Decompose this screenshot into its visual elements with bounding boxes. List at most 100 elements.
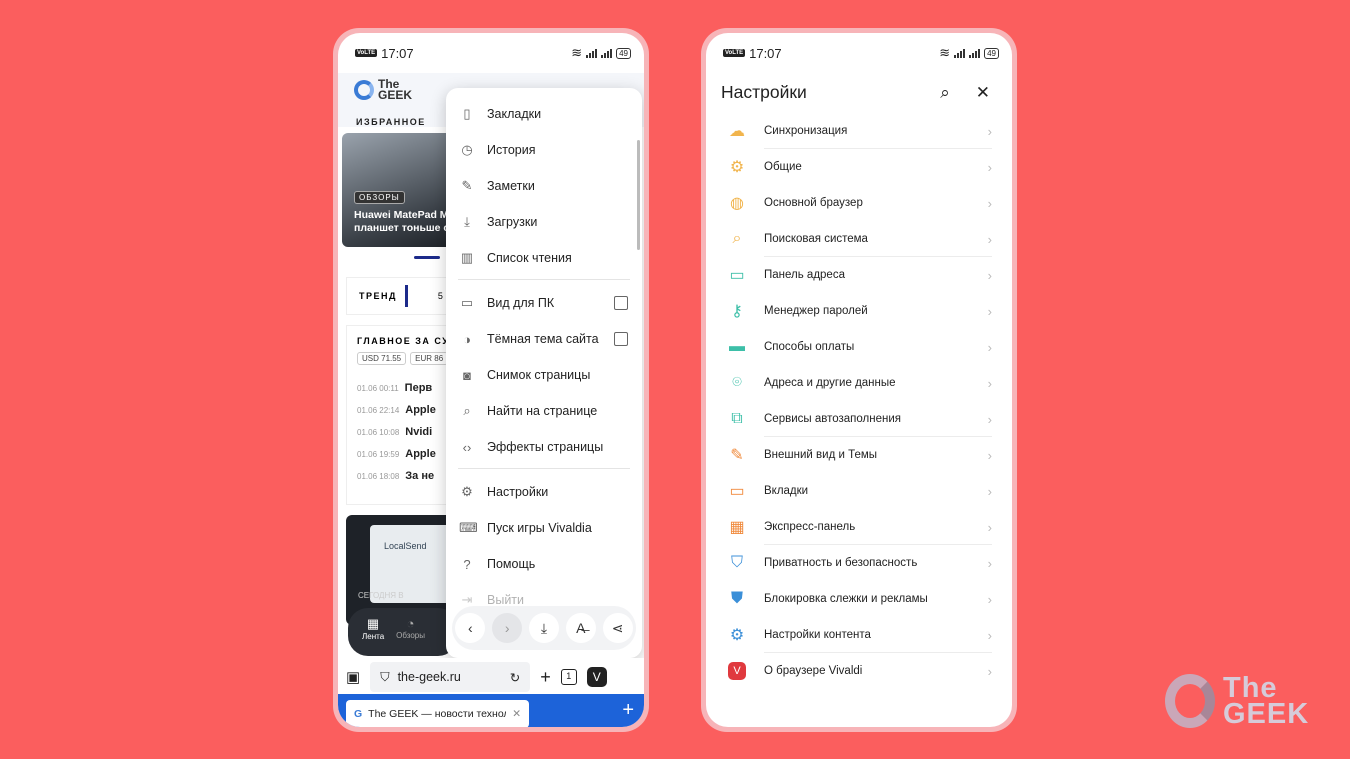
tabs-count-button[interactable]: 1 xyxy=(560,669,577,685)
menu-action-bar: ‹ › ⤓ A̶ ⋖ xyxy=(452,606,636,650)
chevron-right-icon: › xyxy=(987,375,992,391)
nav-feed[interactable]: ▦ Лента xyxy=(362,616,384,648)
camera-icon: ◙ xyxy=(463,367,471,383)
settings-item-tabs[interactable]: ▭ Вкладки › xyxy=(726,473,992,509)
url-text[interactable]: the-geek.ru xyxy=(398,670,502,684)
settings-item-default-browser[interactable]: ◍ Основной браузер › xyxy=(726,185,992,221)
add-tab-icon[interactable]: + xyxy=(622,699,634,722)
site-logo[interactable]: The GEEK xyxy=(354,78,413,102)
card-icon: ▬ xyxy=(729,338,745,355)
menu-item-help[interactable]: ? Помощь xyxy=(446,546,642,582)
reload-icon[interactable]: ↻ xyxy=(510,670,520,685)
content-settings-icon: ⚙ xyxy=(729,627,745,644)
close-icon[interactable]: ✕ xyxy=(976,83,990,103)
chevron-right-icon: › xyxy=(987,555,992,571)
chevron-right-icon: › xyxy=(987,303,992,319)
trend-divider xyxy=(404,285,408,307)
search-icon[interactable]: ⌕ xyxy=(940,83,950,103)
wifi-icon: ≋ xyxy=(939,45,951,60)
settings-item-content-settings[interactable]: ⚙ Настройки контента › xyxy=(726,617,992,653)
translate-icon: A̶ xyxy=(576,620,586,636)
new-tab-icon[interactable]: + xyxy=(540,667,551,688)
phone-browser-menu: VoLTE 17:07 ≋ 49 TheGEEK ⌕ ≡ ИЗБРАННОЕ О… xyxy=(333,28,649,732)
settings-item-tracker-blocking[interactable]: ⛊ Блокировка слежки и рекламы › xyxy=(726,581,992,617)
menu-item-history[interactable]: ◷ История xyxy=(446,132,642,168)
news-item[interactable]: 01.06 18:08 За не xyxy=(357,470,434,482)
chevron-right-icon: › xyxy=(987,591,992,607)
article-tag[interactable]: ОБЗОРЫ xyxy=(354,191,405,204)
compass-icon: ◔ xyxy=(406,616,415,631)
settings-item-addresses[interactable]: ⌾ Адреса и другие данные › xyxy=(726,365,992,401)
browser-menu: ▯ Закладки ◷ История ✎ Заметки ⤓ Загрузки ▥ С… xyxy=(446,88,642,658)
logo-text-line2: GEEK xyxy=(378,88,413,102)
settings-item-sync[interactable]: ☁ Синхронизация › xyxy=(726,113,992,149)
menu-divider xyxy=(458,279,630,280)
panel-toggle-icon[interactable]: ▣ xyxy=(346,668,360,686)
dark-theme-checkbox[interactable] xyxy=(614,332,628,346)
menu-item-find-in-page[interactable]: ⌕ Найти на странице xyxy=(446,393,642,429)
active-tab[interactable]: G The GEEK — новости технол ✕ xyxy=(346,700,529,727)
settings-item-address-bar[interactable]: ▭ Панель адреса › xyxy=(726,257,992,293)
close-icon[interactable]: ✕ xyxy=(512,708,521,720)
forward-button[interactable]: › xyxy=(492,613,523,643)
signal-icon xyxy=(954,48,966,58)
chevron-right-icon: › xyxy=(504,620,510,636)
geek-logo-icon xyxy=(354,80,374,100)
shield-icon[interactable]: ⛉ xyxy=(380,670,389,685)
vivaldi-menu-icon[interactable]: V xyxy=(586,667,607,687)
save-page-button[interactable]: ⤓ xyxy=(528,613,559,643)
settings-item-search-engine[interactable]: ⌕ Поисковая система › xyxy=(726,221,992,257)
desktop-view-checkbox[interactable] xyxy=(614,296,628,310)
contrast-icon: ◑ xyxy=(463,331,471,347)
menu-item-vivaldia-game[interactable]: ⌨ Пуск игры Vivaldia xyxy=(446,510,642,546)
menu-item-screenshot[interactable]: ◙ Снимок страницы xyxy=(446,357,642,393)
battery-icon: 49 xyxy=(984,47,999,59)
cloud-icon: ☁ xyxy=(729,123,745,140)
tab-favicon: G xyxy=(354,708,363,720)
settings-item-about[interactable]: VО браузере Vivaldi › xyxy=(726,653,992,689)
menu-item-notes[interactable]: ✎ Заметки xyxy=(446,168,642,204)
settings-item-password-manager[interactable]: ⚷ Менеджер паролей › xyxy=(726,293,992,329)
menu-item-downloads[interactable]: ⤓ Загрузки xyxy=(446,204,642,240)
translate-button[interactable]: A̶ xyxy=(565,613,596,643)
menu-item-desktop-view[interactable]: ▭ Вид для ПК xyxy=(446,285,642,321)
signal-icon xyxy=(586,48,598,58)
address-field[interactable]: ⛉ the-geek.ru ↻ xyxy=(370,662,531,692)
browser-screen: VoLTE 17:07 ≋ 49 TheGEEK ⌕ ≡ ИЗБРАННОЕ О… xyxy=(338,33,644,727)
hero-article-card[interactable]: ОБЗОРЫ Huawei MatePad Mпланшет тоньше с xyxy=(342,133,462,247)
menu-item-bookmarks[interactable]: ▯ Закладки xyxy=(446,96,642,132)
volte-badge: VoLTE xyxy=(355,49,378,57)
menu-item-dark-theme[interactable]: ◑ Тёмная тема сайта xyxy=(446,321,642,357)
settings-item-privacy[interactable]: ⛉ Приватность и безопасность › xyxy=(726,545,992,581)
gamepad-icon: ⌨ xyxy=(459,520,478,535)
menu-item-settings[interactable]: ⚙ Настройки xyxy=(446,474,642,510)
chevron-right-icon: › xyxy=(987,447,992,463)
phone-settings: VoLTE 17:07 ≋ 49 Настройки ⌕ ✕ ☁ Синхрони… xyxy=(701,28,1017,732)
news-item[interactable]: 01.06 19:59 Apple xyxy=(357,448,436,460)
news-item[interactable]: 01.06 22:14 Apple xyxy=(357,404,436,416)
chevron-right-icon: › xyxy=(987,231,992,247)
settings-item-autofill[interactable]: ⧉ Сервисы автозаполнения › xyxy=(726,401,992,437)
settings-item-payment-methods[interactable]: ▬ Способы оплаты › xyxy=(726,329,992,365)
share-button[interactable]: ⋖ xyxy=(602,613,633,643)
bookmark-icon: ▯ xyxy=(463,106,471,121)
chevron-right-icon: › xyxy=(987,123,992,139)
news-item[interactable]: 01.06 10:08 Nvidi xyxy=(357,426,432,438)
tab-title[interactable]: The GEEK — новости технол xyxy=(368,708,506,720)
nav-reviews[interactable]: ◔ Обзоры xyxy=(396,616,425,648)
shield-check-icon: ⛉ xyxy=(730,554,743,571)
settings-item-appearance[interactable]: ✎ Внешний вид и Темы › xyxy=(726,437,992,473)
clock-icon: ◷ xyxy=(461,142,473,157)
speed-dial-icon: ▦ xyxy=(729,519,745,536)
volte-badge: VoLTE xyxy=(723,49,746,57)
back-button[interactable]: ‹ xyxy=(455,613,486,643)
menu-item-page-effects[interactable]: ‹› Эффекты страницы xyxy=(446,429,642,465)
battery-icon: 49 xyxy=(616,47,631,59)
menu-item-reading-list[interactable]: ▥ Список чтения xyxy=(446,240,642,276)
news-item[interactable]: 01.06 00:11 Перв xyxy=(357,382,432,394)
settings-title: Настройки xyxy=(721,82,807,102)
settings-item-general[interactable]: ⚙ Общие › xyxy=(726,149,992,185)
settings-item-speed-dial[interactable]: ▦ Экспресс-панель › xyxy=(726,509,992,545)
trend-number[interactable]: 5 xyxy=(438,291,445,301)
note-icon: ✎ xyxy=(461,178,473,193)
